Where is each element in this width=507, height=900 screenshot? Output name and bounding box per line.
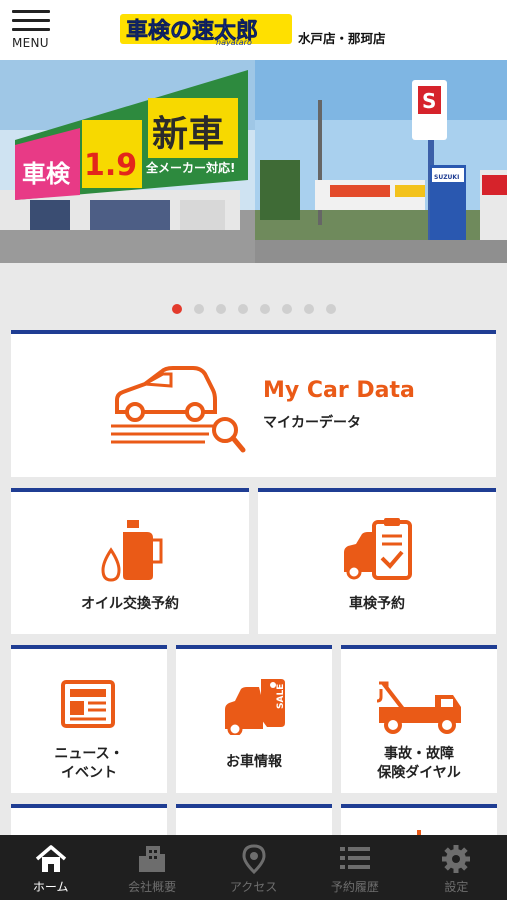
menu-button[interactable]: MENU [12, 10, 58, 56]
car-search-icon [111, 366, 246, 453]
banner-shaken-text: 車検 [22, 160, 71, 188]
dealer-logo: S [422, 89, 436, 113]
sale-tag-text: SALE [276, 684, 286, 709]
brand-logo: 車検の速太郎 hayataro [120, 14, 292, 46]
tab-reservation-history-label: 予約履歴 [330, 880, 379, 894]
tab-home-label: ホーム [32, 880, 69, 894]
oil-can-icon [101, 520, 163, 582]
tab-settings-label: 設定 [444, 880, 469, 894]
menu-label: MENU [12, 36, 49, 50]
car-sale-tag-icon: SALE [225, 679, 286, 735]
app-header: MENU 車検の速太郎 hayataro 水戸店・那珂店 [0, 0, 507, 60]
banner-new-car-text: 新車 [152, 114, 224, 155]
car-info-label: お車情報 [226, 754, 282, 770]
my-car-data-tile[interactable]: My Car Data マイカーデータ [11, 330, 496, 477]
banner-pager [0, 304, 507, 316]
app-screen: MENU 車検の速太郎 hayataro 水戸店・那珂店 車検 1.9 新車 全… [0, 0, 507, 900]
pager-dot[interactable] [172, 304, 182, 314]
tab-settings[interactable]: 設定 [406, 835, 507, 900]
pager-dot[interactable] [194, 304, 204, 314]
tab-company[interactable]: 会社概要 [101, 835, 202, 900]
accident-insurance-tile[interactable]: 事故・故障 保険ダイヤル [341, 645, 497, 793]
news-label-line2: イベント [61, 765, 117, 781]
hero-banner[interactable]: 車検 1.9 新車 全メーカー対応! S SUZUKI [0, 60, 507, 263]
pager-dot[interactable] [260, 304, 270, 314]
news-label-line1: ニュース・ [54, 746, 124, 762]
bottom-tab-bar: ホーム 会社概要 アクセス 予約履歴 設定 [0, 835, 507, 900]
my-car-data-title: My Car Data [263, 378, 415, 403]
tab-access-label: アクセス [229, 880, 278, 894]
list-icon [339, 847, 370, 869]
pager-dot[interactable] [304, 304, 314, 314]
oil-change-label: オイル交換予約 [81, 596, 179, 612]
news-events-tile[interactable]: ニュース・ イベント [11, 645, 167, 793]
newspaper-icon [61, 680, 115, 728]
my-car-data-subtitle: マイカーデータ [263, 415, 361, 431]
car-checklist-icon [344, 518, 412, 580]
banner-price-text: 1.9 [84, 148, 137, 183]
map-pin-icon [242, 844, 266, 874]
oil-change-reservation-tile[interactable]: オイル交換予約 [11, 488, 249, 634]
store-name: 水戸店・那珂店 [298, 31, 386, 46]
tab-company-label: 会社概要 [128, 880, 177, 894]
tab-access[interactable]: アクセス [203, 835, 304, 900]
banner-photo: 車検 1.9 新車 全メーカー対応! S SUZUKI [0, 60, 507, 263]
car-info-tile[interactable]: SALE お車情報 [176, 645, 332, 793]
tow-truck-icon [376, 681, 461, 734]
home-icon [35, 845, 66, 872]
pager-dot[interactable] [282, 304, 292, 314]
hamburger-icon [12, 10, 58, 31]
shaken-reservation-tile[interactable]: 車検予約 [258, 488, 496, 634]
building-icon [139, 846, 166, 872]
pager-dot[interactable] [238, 304, 248, 314]
banner-maker-text: 全メーカー対応! [145, 160, 235, 175]
pager-dot[interactable] [326, 304, 336, 314]
accident-label-line2: 保険ダイヤル [377, 765, 461, 781]
tab-home[interactable]: ホーム [0, 835, 101, 900]
pager-dot[interactable] [216, 304, 226, 314]
shaken-label: 車検予約 [349, 596, 405, 612]
dealer-name: SUZUKI [434, 174, 459, 181]
svg-text:hayataro: hayataro [216, 38, 252, 46]
accident-label-line1: 事故・故障 [384, 746, 454, 762]
gear-icon [442, 845, 471, 873]
tab-reservation-history[interactable]: 予約履歴 [304, 835, 405, 900]
